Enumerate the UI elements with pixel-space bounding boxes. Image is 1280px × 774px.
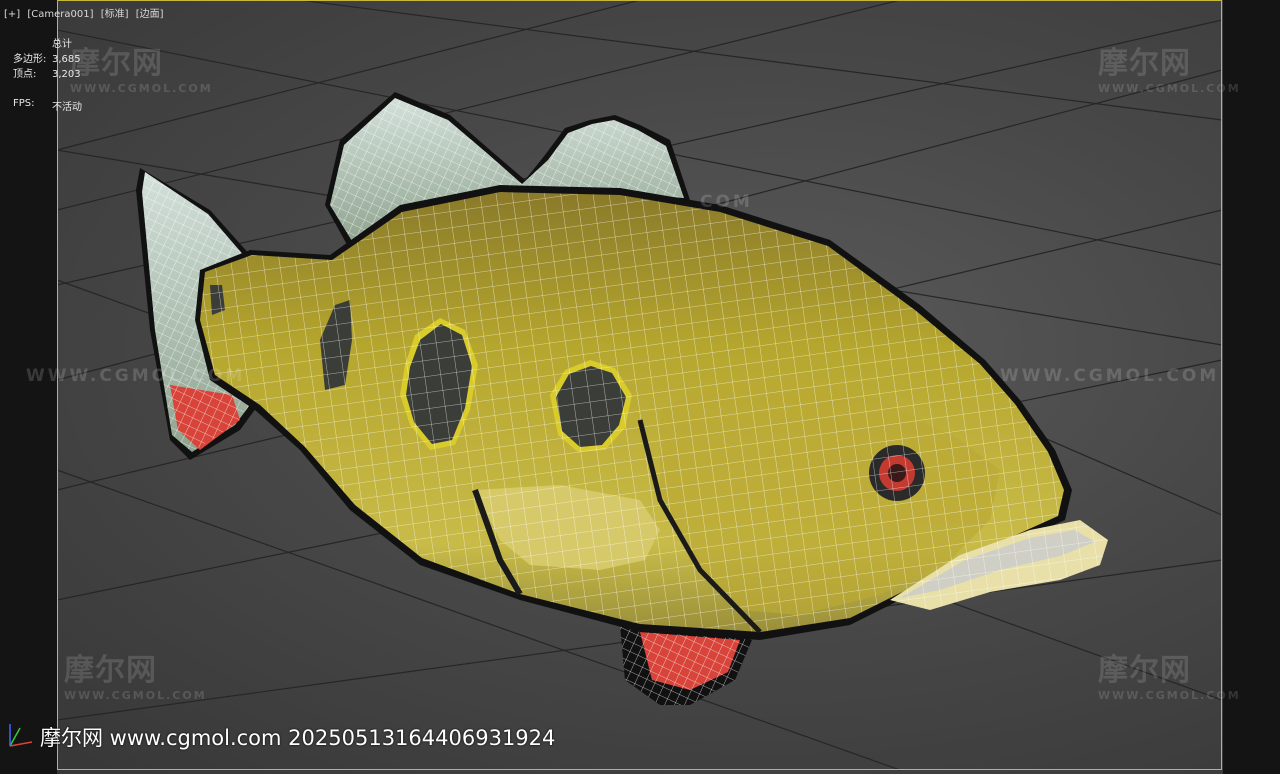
fps-value: 不活动	[52, 102, 82, 113]
viewport-camera-menu[interactable]: [Camera001]	[27, 9, 93, 20]
viewport-menu-plus[interactable]: [+]	[4, 9, 20, 20]
footer-watermark-text: 摩尔网 www.cgmol.com 20250513164406931924	[40, 726, 556, 750]
stats-verts-value: 3,203	[52, 69, 81, 80]
scene-statistics: 总计 多边形: 3,685 顶点: 3,203	[13, 37, 81, 82]
watermark-line-left: WWW.CGMOL.COM	[26, 366, 246, 386]
watermark-line-right: WWW.CGMOL.COM	[1000, 366, 1220, 386]
watermark-top-left: 摩尔网 WWW.CGMOL.COM	[70, 46, 213, 95]
stats-polys-row: 多边形: 3,685	[13, 52, 81, 67]
viewport-shading-menu[interactable]: [标准]	[101, 9, 129, 20]
fps-readout: FPS: 不活动	[13, 98, 82, 113]
3d-viewport[interactable]: 摩尔网 WWW.CGMOL.COM 摩尔网 WWW.CGMOL.COM 摩尔网 …	[0, 0, 1280, 774]
stats-verts-label: 顶点:	[13, 69, 37, 80]
stats-polys-value: 3,685	[52, 54, 81, 65]
fish-body	[195, 185, 1108, 640]
viewport-edges-menu[interactable]: [边面]	[136, 9, 164, 20]
watermark-top-right: 摩尔网 WWW.CGMOL.COM	[1098, 46, 1241, 95]
stats-verts-row: 顶点: 3,203	[13, 67, 81, 82]
axis-gizmo-icon	[9, 724, 33, 747]
stats-polys-label: 多边形:	[13, 54, 47, 65]
watermark-bottom-right: 摩尔网 WWW.CGMOL.COM	[1098, 653, 1241, 702]
watermark-bottom-left: 摩尔网 WWW.CGMOL.COM	[64, 653, 207, 702]
viewport-label: [+] [Camera001] [标准] [边面]	[4, 5, 168, 20]
fps-label: FPS:	[13, 98, 35, 109]
stats-title: 总计	[52, 39, 72, 50]
watermark-partial-center: COM	[700, 192, 753, 212]
